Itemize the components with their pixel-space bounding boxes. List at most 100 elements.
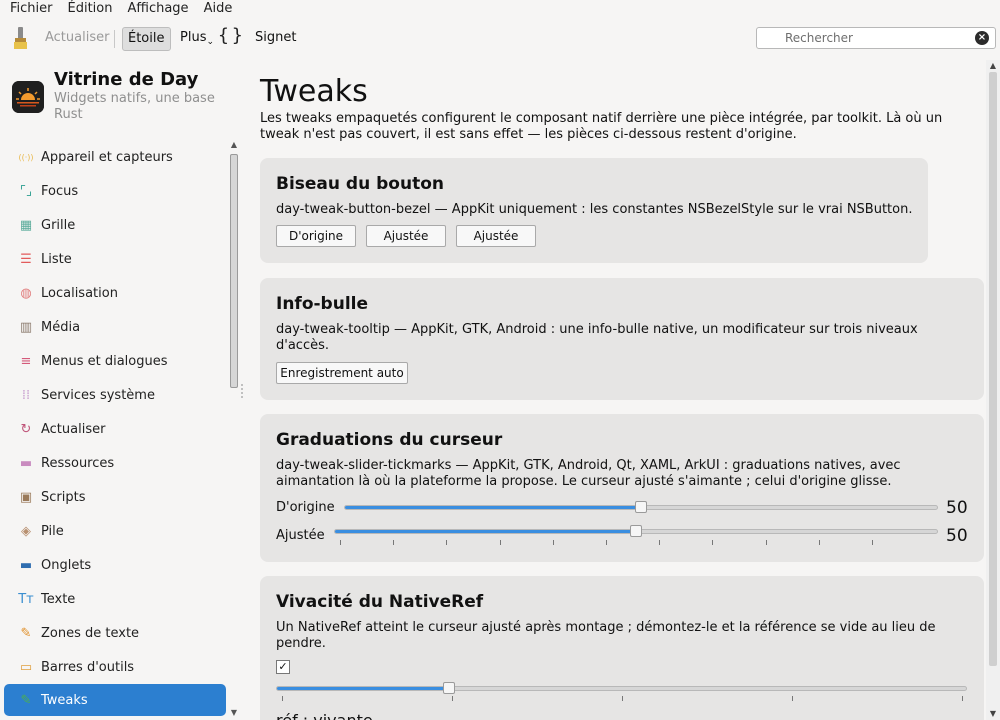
- menu-affichage[interactable]: Affichage: [127, 0, 188, 18]
- slider-value-original: 50: [946, 498, 968, 518]
- sidebar-item-label: Média: [41, 319, 81, 335]
- sidebar-item-2[interactable]: ▦ Grille: [4, 208, 226, 242]
- sidebar-item-label: Onglets: [41, 557, 92, 573]
- sidebar-item-label: Barres d'outils: [41, 659, 135, 675]
- search-box: ×: [756, 27, 996, 49]
- sidebar-item-1[interactable]: ⌜⌟ Focus: [4, 174, 226, 208]
- main-scroll-thumb[interactable]: [989, 72, 997, 666]
- sidebar-item-0[interactable]: ((·)) Appareil et capteurs: [4, 140, 226, 174]
- tick-mark: [282, 696, 283, 701]
- etoile-button[interactable]: Étoile: [122, 27, 171, 51]
- main-scrollbar[interactable]: ▲ ▼: [986, 60, 1000, 720]
- clapper-icon: ▥: [19, 319, 33, 335]
- sidebar: Vitrine de Day Widgets natifs, une base …: [0, 60, 240, 720]
- sidebar-item-4[interactable]: ◍ Localisation: [4, 276, 226, 310]
- tick-mark: [962, 696, 963, 701]
- globe-icon: ◍: [20, 285, 32, 301]
- sidebar-item-15[interactable]: ▭ Barres d'outils: [4, 650, 226, 684]
- tick-mark: [712, 540, 714, 545]
- sidebar-item-10[interactable]: ▣ Scripts: [4, 480, 226, 514]
- sidebar-item-5[interactable]: ▥ Média: [4, 310, 226, 344]
- sidebar-item-label: Services système: [41, 387, 155, 403]
- actualiser-button[interactable]: Actualiser: [45, 27, 109, 51]
- sidebar-item-label: Localisation: [41, 285, 118, 301]
- tabs-icon: ▬: [19, 557, 33, 573]
- adjusted-button-alt[interactable]: Ajustée: [456, 225, 536, 247]
- sidebar-item-14[interactable]: ✎ Zones de texte: [4, 616, 226, 650]
- toolbar-separator: [114, 30, 115, 48]
- list-icon: ☰: [20, 251, 32, 267]
- sidebar-item-11[interactable]: ◈ Pile: [4, 514, 226, 548]
- page-title: Tweaks: [260, 74, 368, 109]
- sidebar-item-7[interactable]: ⁞⁞ Services système: [4, 378, 226, 412]
- app-subtitle: Widgets natifs, une base Rust: [54, 91, 215, 122]
- app-logo-icon: [12, 81, 44, 113]
- braces-button[interactable]: {}: [218, 25, 246, 49]
- mounted-checkbox[interactable]: ✓: [276, 660, 290, 674]
- sidebar-item-13[interactable]: Tт Texte: [4, 582, 226, 616]
- brush-icon[interactable]: [10, 25, 32, 51]
- sidebar-item-8[interactable]: ↻ Actualiser: [4, 412, 226, 446]
- sidebar-item-label: Appareil et capteurs: [41, 149, 173, 165]
- sidebar-item-16[interactable]: ✎ Tweaks: [4, 684, 226, 716]
- sidebar-nav: ((·)) Appareil et capteurs ⌜⌟ Focus ▦ Grille ☰…: [4, 140, 226, 716]
- menu-icon: ≡: [20, 353, 32, 369]
- menu-aide[interactable]: Aide: [204, 0, 233, 18]
- scroll-up-icon[interactable]: ▲: [988, 61, 998, 71]
- scroll-up-icon[interactable]: ▲: [228, 140, 240, 152]
- sensor-icon: ((·)): [18, 152, 34, 162]
- tick-mark: [446, 540, 448, 545]
- slider-label-adjusted: Ajustée: [276, 528, 325, 543]
- tick-mark: [622, 696, 623, 701]
- slider-thumb[interactable]: [442, 682, 455, 694]
- menu-edition[interactable]: Édition: [68, 0, 113, 18]
- splitter-handle[interactable]: [241, 384, 243, 398]
- sidebar-item-label: Menus et dialogues: [41, 353, 168, 369]
- sidebar-item-12[interactable]: ▬ Onglets: [4, 548, 226, 582]
- tick-mark: [659, 540, 661, 545]
- slider-thumb[interactable]: [630, 525, 642, 537]
- card-slider-ticks: Graduations du curseur day-tweak-slider-…: [260, 414, 984, 562]
- card-description: Un NativeRef atteint le curseur ajusté a…: [276, 620, 936, 651]
- card-title: Biseau du bouton: [276, 174, 444, 194]
- card-title: Info-bulle: [276, 294, 369, 314]
- chevron-down-icon: ⌄: [206, 37, 215, 47]
- clear-search-icon[interactable]: ×: [975, 31, 989, 45]
- sidebar-item-9[interactable]: ▬ Ressources: [4, 446, 226, 480]
- sidebar-scrollbar[interactable]: ▲ ▼: [228, 140, 240, 720]
- slider-fill: [345, 506, 642, 509]
- sidebar-scroll-thumb[interactable]: [230, 154, 238, 388]
- tick-mark: [765, 540, 767, 545]
- scroll-down-icon[interactable]: ▼: [228, 708, 240, 720]
- sidebar-item-label: Pile: [41, 523, 64, 539]
- ref-status-text: réf : vivante: [276, 711, 373, 720]
- tick-mark: [393, 540, 395, 545]
- text-icon: Tт: [18, 591, 34, 607]
- sidebar-item-label: Focus: [41, 183, 79, 199]
- tick-mark: [818, 540, 820, 545]
- slider-thumb[interactable]: [635, 501, 647, 513]
- slider-fill: [335, 530, 637, 533]
- pencil-icon: ✎: [20, 625, 32, 641]
- signet-button[interactable]: Signet: [255, 27, 296, 51]
- menubar: Fichier Édition Affichage Aide: [0, 0, 1000, 18]
- search-input[interactable]: [785, 28, 985, 48]
- plus-menu-button[interactable]: Plus⌄: [180, 27, 214, 51]
- folder-icon: ▬: [19, 455, 33, 471]
- sidebar-item-3[interactable]: ☰ Liste: [4, 242, 226, 276]
- tick-mark: [792, 696, 793, 701]
- sidebar-item-label: Actualiser: [41, 421, 106, 437]
- adjusted-button[interactable]: Ajustée: [366, 225, 446, 247]
- card-nativeref: Vivacité du NativeRef Un NativeRef attei…: [260, 576, 984, 720]
- original-button[interactable]: D'origine: [276, 225, 356, 247]
- slider-label-original: D'origine: [276, 500, 335, 515]
- autosave-button[interactable]: Enregistrement auto: [276, 362, 408, 384]
- tick-mark: [872, 540, 873, 545]
- scroll-down-icon[interactable]: ▼: [988, 709, 998, 719]
- toolbar: Actualiser Étoile Plus⌄ {} Signet ×: [0, 18, 1000, 60]
- sidebar-item-label: Texte: [41, 591, 76, 607]
- sidebar-item-6[interactable]: ≡ Menus et dialogues: [4, 344, 226, 378]
- card-button-bezel: Biseau du bouton day-tweak-button-bezel …: [260, 158, 928, 263]
- menu-fichier[interactable]: Fichier: [10, 0, 53, 18]
- nativeref-slider[interactable]: [276, 686, 967, 691]
